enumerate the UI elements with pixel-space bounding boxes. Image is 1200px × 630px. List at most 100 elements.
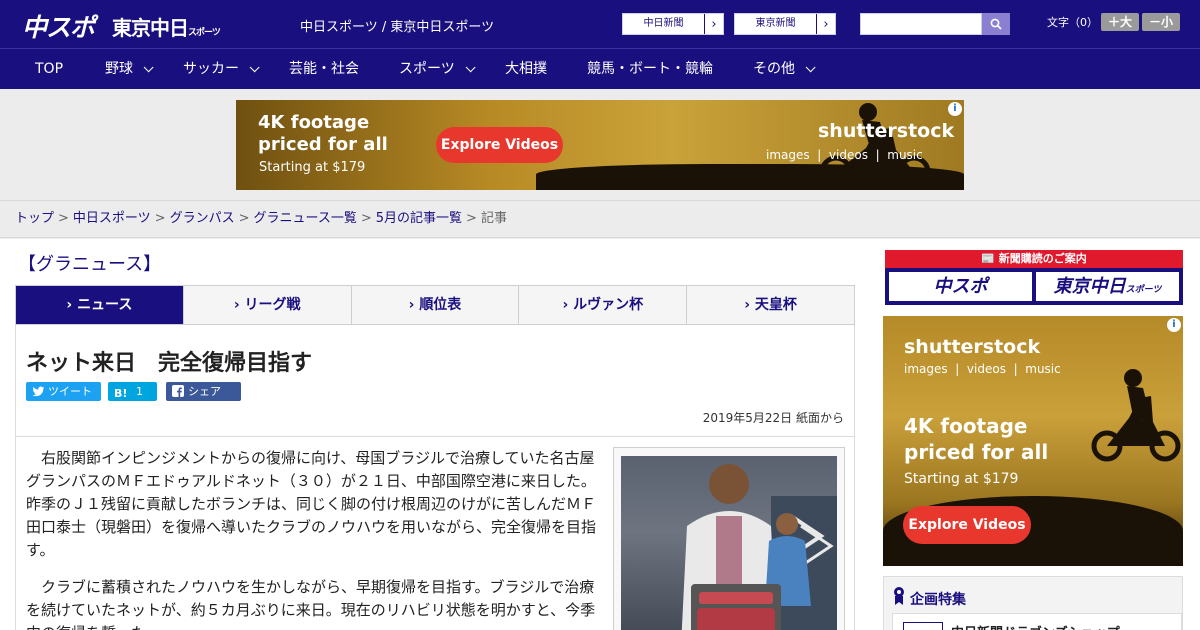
chevron-right-icon: › [823, 16, 829, 32]
ad-headline-2: priced for all [258, 134, 388, 155]
tab-league[interactable]: › リーグ戦 [184, 286, 352, 324]
tweet-label: ツイート [48, 385, 92, 398]
facebook-icon [172, 385, 184, 397]
ad-price: Starting at $179 [904, 471, 1019, 487]
search-icon [990, 18, 1002, 30]
main-nav: TOP 野球 サッカー 芸能・社会 スポーツ 大相撲 競馬・ボート・競輪 その他 [0, 48, 1200, 89]
breadcrumb-current: 記事 [480, 211, 507, 226]
facebook-count: 10 [192, 404, 206, 417]
nav-label: スポーツ [399, 61, 455, 77]
motorbike-silhouette [1091, 369, 1181, 462]
nav-item-other[interactable]: その他 [753, 49, 816, 89]
ad-brand: shutterstock [904, 336, 1041, 358]
tab-label: ルヴァン杯 [573, 297, 644, 313]
tokyo-shimbun-link[interactable]: 東京新聞 › [734, 13, 836, 35]
subscription-banner[interactable]: 📰 新聞購読のご案内 中スポ 東京中日スポーツ [885, 250, 1183, 305]
article-photo[interactable] [621, 456, 837, 630]
nav-label: 野球 [105, 61, 133, 77]
nav-item-baseball[interactable]: 野球 [105, 49, 154, 89]
nav-item-racing[interactable]: 競馬・ボート・競輪 [587, 49, 713, 89]
nav-label: その他 [753, 61, 795, 77]
feature-item-label: 中日新聞ドラゴンズショップ [951, 622, 1120, 630]
top-header: 中スポ 東京中日スポーツ 中日スポーツ / 東京中日スポーツ 中日新聞 › 東京… [0, 0, 1200, 48]
tokyo-chunichi-logo[interactable]: 東京中日スポーツ [112, 12, 221, 41]
nav-item-soccer[interactable]: サッカー [183, 49, 260, 89]
tab-levain-cup[interactable]: › ルヴァン杯 [519, 286, 688, 324]
logo-sub-small: スポーツ [188, 28, 221, 38]
breadcrumb-chunichi-sports[interactable]: 中日スポーツ [73, 211, 151, 226]
chevron-down-icon [249, 62, 260, 73]
section-title: 【グラニュース】 [18, 254, 162, 275]
paper-link-label: 東京新聞 [735, 14, 817, 34]
article-headline: ネット来日 完全復帰目指す [26, 351, 313, 376]
nav-label: 芸能・社会 [289, 61, 359, 77]
motorbike-silhouette [819, 103, 931, 189]
breadcrumb: トップ > 中日スポーツ > グランパス > グラニュース一覧 >5月の記事一覧 > 記事 [0, 200, 1200, 238]
nav-label: TOP [35, 61, 64, 77]
chuspo-logo[interactable]: 中スポ [22, 8, 95, 44]
sub-right-text: 東京中日 [1053, 276, 1126, 297]
tab-standings[interactable]: › 順位表 [352, 286, 520, 324]
nav-item-top[interactable]: TOP [35, 49, 63, 89]
banner-ad[interactable]: 4K footage priced for all Starting at $1… [236, 100, 964, 190]
breadcrumb-grampus[interactable]: グランパス [170, 211, 235, 226]
nav-item-entertainment[interactable]: 芸能・社会 [289, 49, 359, 89]
ad-headline-1: 4K footage [258, 112, 370, 133]
category-tabs: › ニュース › リーグ戦 › 順位表 › ルヴァン杯 › 天皇杯 [15, 285, 855, 325]
breadcrumb-month-list[interactable]: 5月の記事一覧 [376, 211, 462, 226]
info-icon[interactable]: i [1167, 318, 1181, 332]
ad-cta-button[interactable]: Explore Videos [436, 127, 563, 163]
nav-label: 競馬・ボート・競輪 [587, 61, 713, 77]
search-input[interactable] [860, 13, 982, 35]
article-paragraph: 右股関節インピンジメントからの復帰に向け、母国ブラジルで治療していた名古屋グラン… [26, 449, 597, 559]
nav-label: サッカー [183, 61, 239, 77]
twitter-icon [32, 386, 45, 397]
feature-item[interactable]: 中日新聞ドラゴンズショップ [892, 613, 1182, 630]
ad-headline-2: priced for all [904, 440, 1049, 464]
tab-news[interactable]: › ニュース [16, 286, 184, 324]
breadcrumb-separator: > [466, 211, 477, 226]
subscription-title: 📰 新聞購読のご案内 [885, 250, 1183, 268]
font-size-label: 文字（0） [1047, 16, 1098, 29]
article-photo-frame [613, 447, 845, 630]
tab-label: 順位表 [419, 297, 462, 313]
tab-label: 天皇杯 [754, 297, 797, 313]
article-header: ネット来日 完全復帰目指す ツイート B! 1 シェア 10 2019年5月22… [15, 325, 855, 437]
logo-sub-text: 東京中日 [112, 16, 189, 40]
chevron-down-icon [805, 62, 816, 73]
article-date: 2019年5月22日 紙面から [702, 411, 844, 425]
ad-tags: images | videos | music [766, 148, 923, 162]
tab-label: リーグ戦 [244, 297, 301, 313]
breadcrumb-top[interactable]: トップ [15, 211, 54, 226]
font-smaller-button[interactable]: －小 [1142, 13, 1180, 31]
nav-item-sports[interactable]: スポーツ [399, 49, 476, 89]
nav-label: 大相撲 [505, 61, 547, 77]
article-body: 右股関節インピンジメントからの復帰に向け、母国ブラジルで治療していた名古屋グラン… [15, 437, 855, 630]
hatena-bookmark-button[interactable]: B! 1 [108, 382, 157, 401]
breadcrumb-separator: > [154, 211, 166, 226]
paper-link-label: 中日新聞 [623, 14, 705, 34]
newspaper-icon: 📰 [981, 252, 999, 265]
ribbon-icon [894, 587, 904, 605]
facebook-share-button[interactable]: シェア 10 [166, 382, 241, 417]
chunichi-shimbun-link[interactable]: 中日新聞 › [622, 13, 724, 35]
info-icon[interactable]: i [948, 102, 962, 116]
ad-cta-button[interactable]: Explore Videos [903, 506, 1031, 544]
font-bigger-button[interactable]: ＋大 [1101, 13, 1139, 31]
breadcrumb-separator: > [238, 211, 250, 226]
site-names: 中日スポーツ / 東京中日スポーツ [300, 20, 495, 35]
article-paragraph: クラブに蓄積されたノウハウを生かしながら、早期復帰を目指す。ブラジルで治療を続け… [26, 578, 596, 630]
subscribe-chuspo[interactable]: 中スポ [889, 272, 1032, 301]
breadcrumb-separator: > [58, 211, 69, 226]
tab-emperors-cup[interactable]: › 天皇杯 [687, 286, 854, 324]
feature-box: 企画特集 中日新聞ドラゴンズショップ [883, 576, 1183, 630]
chevron-down-icon [143, 62, 154, 73]
subscribe-tokyo-chunichi[interactable]: 東京中日スポーツ [1036, 272, 1179, 301]
breadcrumb-news-list[interactable]: グラニュース一覧 [254, 211, 357, 226]
tweet-button[interactable]: ツイート [26, 382, 101, 401]
sidebar-ad[interactable]: shutterstock images | videos | music 4K … [883, 316, 1183, 566]
search-button[interactable] [982, 13, 1010, 35]
facebook-label: シェア [188, 385, 221, 398]
nav-item-sumo[interactable]: 大相撲 [505, 49, 547, 89]
chevron-right-icon: › [711, 16, 717, 32]
